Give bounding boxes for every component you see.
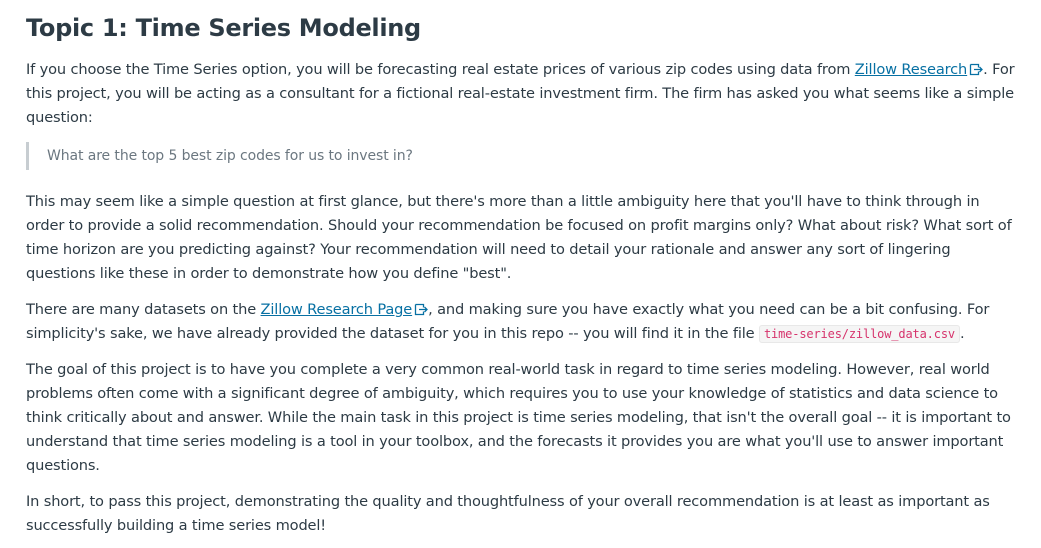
intro-paragraph: If you choose the Time Series option, yo…	[26, 58, 1015, 130]
zillow-research-page-link[interactable]: Zillow Research Page	[261, 301, 429, 318]
external-link-icon	[970, 63, 984, 76]
question-quote: What are the top 5 best zip codes for us…	[26, 142, 1015, 170]
datasets-text-end: .	[959, 325, 965, 342]
datasets-paragraph: There are many datasets on the Zillow Re…	[26, 298, 1015, 346]
page-title: Topic 1: Time Series Modeling	[26, 14, 421, 42]
ambiguity-paragraph: This may seem like a simple question at …	[26, 193, 1012, 282]
intro-text-before: If you choose the Time Series option, yo…	[26, 61, 855, 78]
external-link-icon	[414, 303, 429, 316]
dataset-file-path: time-series/zillow_data.csv	[758, 325, 960, 343]
zillow-research-page-link-label: Zillow Research Page	[260, 301, 413, 318]
content-page: Topic 1: Time Series Modeling If you cho…	[0, 0, 1041, 548]
zillow-research-link[interactable]: Zillow Research	[854, 61, 984, 78]
summary-paragraph: In short, to pass this project, demonstr…	[26, 493, 990, 534]
zillow-research-link-label: Zillow Research	[854, 61, 968, 78]
goal-paragraph: The goal of this project is to have you …	[26, 361, 1011, 474]
datasets-text-before: There are many datasets on the	[26, 301, 261, 318]
